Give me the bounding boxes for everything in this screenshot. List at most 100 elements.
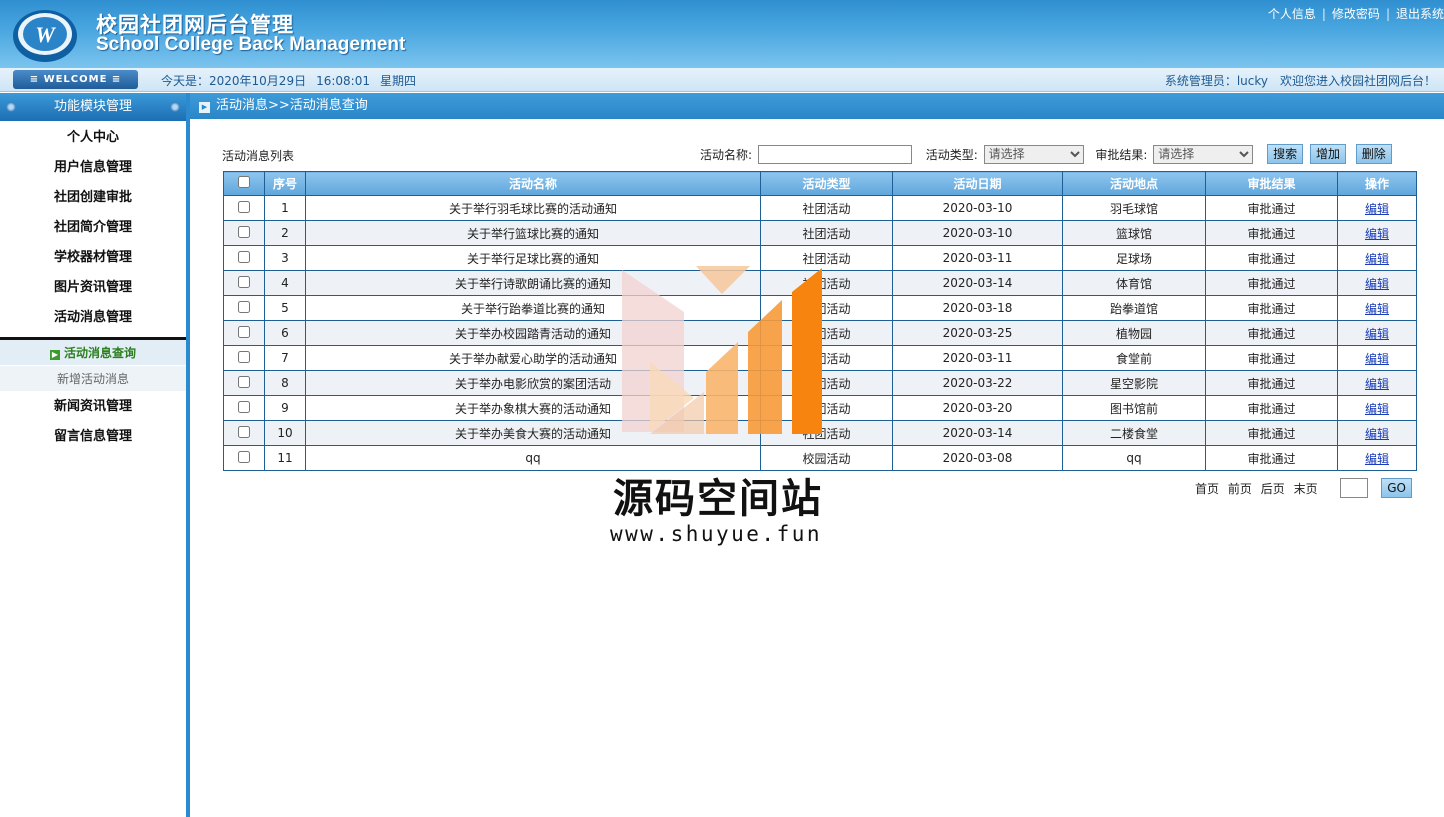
cell-result: 审批通过 bbox=[1205, 270, 1338, 296]
sidebar-item-messages[interactable]: 留言信息管理 bbox=[0, 422, 186, 452]
submenu-item-activity-query[interactable]: ▶ 活动消息查询 bbox=[0, 340, 186, 366]
greeting: 欢迎您进入校园社团网后台！ bbox=[1279, 74, 1436, 88]
list-title: 活动消息列表 bbox=[222, 149, 295, 163]
edit-link[interactable]: 编辑 bbox=[1365, 452, 1389, 466]
edit-link[interactable]: 编辑 bbox=[1365, 327, 1389, 341]
submenu-item-add-activity[interactable]: 新增活动消息 bbox=[0, 366, 186, 392]
cell-op: 编辑 bbox=[1337, 245, 1417, 271]
sidebar-heading: 功能模块管理 bbox=[0, 93, 186, 121]
cell-op: 编辑 bbox=[1337, 220, 1417, 246]
column-header: 审批结果 bbox=[1205, 171, 1338, 196]
row-select-cell bbox=[223, 345, 265, 371]
go-button[interactable]: GO bbox=[1381, 478, 1412, 498]
cell-op: 编辑 bbox=[1337, 295, 1417, 321]
row-checkbox[interactable] bbox=[238, 275, 250, 288]
cell-op: 编辑 bbox=[1337, 195, 1417, 221]
arrow-right-icon: ▶ bbox=[199, 102, 210, 113]
sidebar-item-profile[interactable]: 个人中心 bbox=[0, 123, 186, 153]
watermark-url: www.shuyue.fun bbox=[610, 522, 823, 546]
cell-result: 审批通过 bbox=[1205, 345, 1338, 371]
sidebar-item-images[interactable]: 图片资讯管理 bbox=[0, 273, 186, 303]
cell-op: 编辑 bbox=[1337, 345, 1417, 371]
sidebar-item-news[interactable]: 新闻资讯管理 bbox=[0, 392, 186, 422]
separator: | bbox=[1321, 7, 1326, 21]
sidebar-item-activities[interactable]: 活动消息管理 bbox=[0, 303, 186, 333]
dot-icon bbox=[6, 102, 16, 112]
first-page-link[interactable]: 首页 bbox=[1195, 482, 1219, 496]
cell-result: 审批通过 bbox=[1205, 445, 1338, 471]
cell-no: 10 bbox=[264, 420, 306, 446]
page-number-input[interactable] bbox=[1340, 478, 1369, 498]
row-checkbox[interactable] bbox=[238, 400, 250, 413]
cell-result: 审批通过 bbox=[1205, 195, 1338, 221]
approval-result-select[interactable]: 请选择 bbox=[1153, 144, 1254, 164]
last-page-link[interactable]: 末页 bbox=[1294, 482, 1318, 496]
arrow-right-icon: ▶ bbox=[49, 350, 60, 360]
row-checkbox[interactable] bbox=[238, 450, 250, 463]
cell-result: 审批通过 bbox=[1205, 395, 1338, 421]
dot-icon bbox=[170, 102, 180, 112]
edit-link[interactable]: 编辑 bbox=[1365, 202, 1389, 216]
cell-type: 社团活动 bbox=[760, 220, 893, 246]
row-select-cell bbox=[223, 370, 265, 396]
top-links: 个人信息 | 修改密码 | 退出系统 bbox=[1268, 5, 1444, 22]
cell-date: 2020-03-25 bbox=[892, 320, 1063, 346]
clock: 16:08:01 bbox=[316, 74, 370, 88]
cell-no: 4 bbox=[264, 270, 306, 296]
logout-link[interactable]: 退出系统 bbox=[1396, 7, 1444, 21]
activity-type-select[interactable]: 请选择 bbox=[983, 144, 1084, 164]
edit-link[interactable]: 编辑 bbox=[1365, 402, 1389, 416]
admin-info: 系统管理员：lucky 欢迎您进入校园社团网后台！ bbox=[1153, 72, 1436, 89]
row-select-cell bbox=[223, 445, 265, 471]
row-checkbox[interactable] bbox=[238, 225, 250, 238]
cell-type: 社团活动 bbox=[760, 195, 893, 221]
row-checkbox[interactable] bbox=[238, 325, 250, 338]
search-button[interactable]: 搜索 bbox=[1267, 144, 1304, 164]
cell-op: 编辑 bbox=[1337, 395, 1417, 421]
sidebar-item-club-intro[interactable]: 社团简介管理 bbox=[0, 213, 186, 243]
select-all-checkbox[interactable] bbox=[238, 176, 250, 188]
row-checkbox[interactable] bbox=[238, 200, 250, 213]
cell-result: 审批通过 bbox=[1205, 245, 1338, 271]
cell-place: 食堂前 bbox=[1062, 345, 1206, 371]
cell-result: 审批通过 bbox=[1205, 370, 1338, 396]
row-checkbox[interactable] bbox=[238, 250, 250, 263]
add-button[interactable]: 增加 bbox=[1309, 144, 1346, 164]
edit-link[interactable]: 编辑 bbox=[1365, 277, 1389, 291]
prev-page-link[interactable]: 前页 bbox=[1228, 482, 1252, 496]
edit-link[interactable]: 编辑 bbox=[1365, 352, 1389, 366]
row-select-cell bbox=[223, 320, 265, 346]
row-select-cell bbox=[223, 245, 265, 271]
row-checkbox[interactable] bbox=[238, 425, 250, 438]
activity-name-input[interactable] bbox=[757, 144, 912, 164]
row-checkbox[interactable] bbox=[238, 300, 250, 313]
sidebar-item-users[interactable]: 用户信息管理 bbox=[0, 153, 186, 183]
cell-date: 2020-03-11 bbox=[892, 345, 1063, 371]
sidebar-item-equipment[interactable]: 学校器材管理 bbox=[0, 243, 186, 273]
breadcrumb-text: 活动消息>>活动消息查询 bbox=[216, 98, 368, 113]
cell-op: 编辑 bbox=[1337, 320, 1417, 346]
change-password-link[interactable]: 修改密码 bbox=[1332, 7, 1380, 21]
next-page-link[interactable]: 后页 bbox=[1261, 482, 1285, 496]
result-label: 审批结果: bbox=[1095, 147, 1148, 162]
edit-link[interactable]: 编辑 bbox=[1365, 302, 1389, 316]
filter-bar: 活动名称: 活动类型: 请选择 审批结果: 请选择 搜索 增加 删除 bbox=[700, 144, 1392, 164]
edit-link[interactable]: 编辑 bbox=[1365, 252, 1389, 266]
edit-link[interactable]: 编辑 bbox=[1365, 427, 1389, 441]
edit-link[interactable]: 编辑 bbox=[1365, 227, 1389, 241]
row-checkbox[interactable] bbox=[238, 350, 250, 363]
sidebar-item-club-approval[interactable]: 社团创建审批 bbox=[0, 183, 186, 213]
weekday: 星期四 bbox=[380, 74, 417, 88]
cell-no: 7 bbox=[264, 345, 306, 371]
column-header: 活动类型 bbox=[760, 171, 893, 196]
profile-link[interactable]: 个人信息 bbox=[1268, 7, 1316, 21]
cell-date: 2020-03-20 bbox=[892, 395, 1063, 421]
row-select-cell bbox=[223, 395, 265, 421]
cell-place: 图书馆前 bbox=[1062, 395, 1206, 421]
cell-date: 2020-03-22 bbox=[892, 370, 1063, 396]
cell-date: 2020-03-14 bbox=[892, 270, 1063, 296]
edit-link[interactable]: 编辑 bbox=[1365, 377, 1389, 391]
row-select-cell bbox=[223, 195, 265, 221]
row-checkbox[interactable] bbox=[238, 375, 250, 388]
delete-button[interactable]: 删除 bbox=[1355, 144, 1392, 164]
